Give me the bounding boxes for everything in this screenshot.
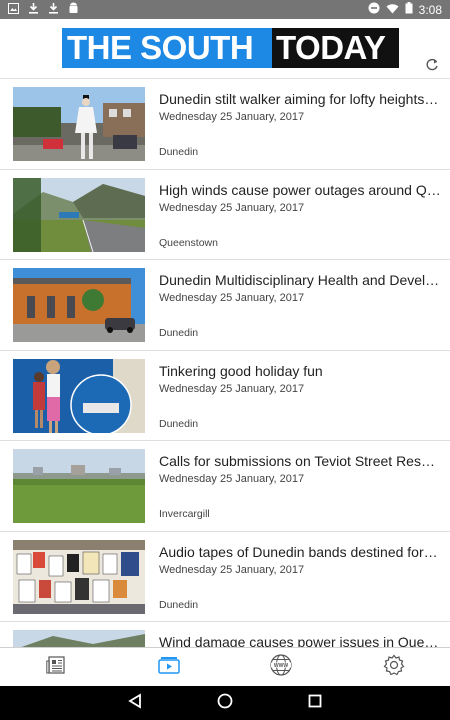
article-title[interactable]: Dunedin stilt walker aiming for lofty he… [159, 91, 441, 107]
video-icon [158, 656, 180, 679]
article-item[interactable]: Wind damage causes power issues in Quee.… [0, 622, 450, 647]
article-location: Dunedin [159, 327, 199, 339]
nav-news-button[interactable] [0, 648, 113, 686]
article-item[interactable]: High winds cause power outages around Qu… [0, 170, 450, 260]
app-header: THE SOUTH TODAY [0, 19, 450, 79]
image-icon [8, 2, 19, 17]
article-location: Invercargill [159, 508, 210, 520]
app-logo: THE SOUTH TODAY [62, 28, 399, 68]
article-thumbnail-posters [13, 539, 145, 614]
news-icon [46, 655, 66, 679]
article-thumbnail-building [13, 268, 145, 342]
settings-icon [383, 654, 405, 681]
recents-icon[interactable] [307, 693, 323, 714]
download-icon [28, 2, 39, 17]
article-item[interactable]: Audio tapes of Dunedin bands destined fo… [0, 532, 450, 622]
article-title[interactable]: Wind damage causes power issues in Quee.… [159, 634, 441, 647]
article-item[interactable]: Calls for submissions on Teviot Street R… [0, 441, 450, 532]
nav-video-button[interactable] [113, 648, 226, 686]
article-date: Wednesday 25 January, 2017 [159, 382, 305, 395]
nav-www-button[interactable]: WWW [225, 648, 338, 686]
article-item[interactable]: Dunedin stilt walker aiming for lofty he… [0, 79, 450, 170]
article-thumbnail-stilt-walker [13, 87, 145, 161]
www-icon: WWW [270, 653, 292, 681]
status-time: 3:08 [418, 2, 442, 17]
article-thumbnail-reserve [13, 449, 145, 523]
article-title[interactable]: Calls for submissions on Teviot Street R… [159, 453, 441, 469]
download-icon [48, 2, 59, 17]
article-title[interactable]: Dunedin Multidisciplinary Health and Dev… [159, 272, 441, 288]
article-title[interactable]: Tinkering good holiday fun [159, 363, 441, 379]
article-date: Wednesday 25 January, 2017 [159, 292, 305, 304]
article-list[interactable]: Dunedin stilt walker aiming for lofty he… [0, 79, 450, 647]
refresh-icon[interactable] [424, 57, 440, 73]
article-thumbnail-tinker-school [13, 358, 145, 433]
article-date: Wednesday 25 January, 2017 [159, 201, 305, 214]
article-item[interactable]: Dunedin Multidisciplinary Health and Dev… [0, 260, 450, 351]
battery-icon [405, 2, 413, 17]
status-bar: 3:08 [0, 0, 450, 19]
article-location: Dunedin [159, 598, 199, 611]
article-date: Wednesday 25 January, 2017 [159, 563, 305, 576]
article-title[interactable]: High winds cause power outages around Qu… [159, 182, 441, 198]
system-nav-bar [0, 686, 450, 720]
article-title[interactable]: Audio tapes of Dunedin bands destined fo… [159, 544, 441, 560]
article-item[interactable]: Tinkering good holiday fun Wednesday 25 … [0, 351, 450, 441]
svg-text:WWW: WWW [274, 662, 288, 668]
article-thumbnail-wind [13, 630, 145, 647]
android-icon [68, 2, 79, 17]
nav-settings-button[interactable] [338, 648, 450, 686]
home-icon[interactable] [217, 693, 233, 714]
bottom-nav: WWW [0, 647, 450, 686]
article-date: Wednesday 25 January, 2017 [159, 111, 305, 123]
logo-text-today: TODAY [272, 28, 399, 68]
article-location: Queenstown [159, 236, 218, 249]
wifi-icon [386, 3, 399, 17]
do-not-disturb-icon [368, 2, 380, 17]
article-location: Dunedin [159, 417, 199, 430]
back-icon[interactable] [127, 692, 143, 714]
logo-text-south: THE SOUTH [62, 28, 272, 68]
article-date: Wednesday 25 January, 2017 [159, 473, 305, 485]
article-thumbnail-road [13, 177, 145, 252]
article-location: Dunedin [159, 146, 199, 158]
